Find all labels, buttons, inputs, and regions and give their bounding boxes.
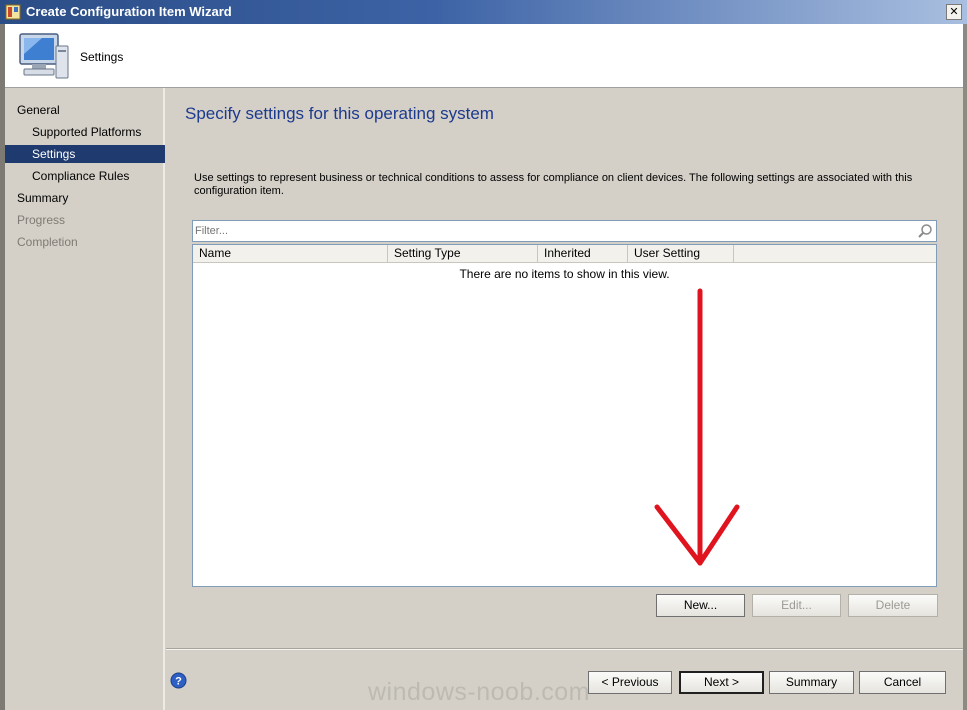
filter-input[interactable] [195,224,895,238]
edit-button: Edit... [752,594,841,617]
computer-icon [19,33,69,79]
content-heading: Specify settings for this operating syst… [185,104,494,123]
nav-item-completion: Completion [17,235,78,249]
footer-separator [166,648,963,650]
content-description: Use settings to represent business or te… [194,172,913,197]
previous-button[interactable]: < Previous [588,671,672,694]
help-icon[interactable]: ? [170,672,187,689]
settings-list[interactable]: Name Setting Type Inherited User Setting… [192,244,937,587]
wizard-header: Settings [5,24,963,88]
new-button[interactable]: New... [656,594,745,617]
delete-button: Delete [848,594,938,617]
window-title: Create Configuration Item Wizard [26,4,232,19]
nav-item-summary[interactable]: Summary [5,189,165,207]
column-header-name[interactable]: Name [193,245,388,262]
next-button[interactable]: Next > [679,671,764,694]
nav-item-compliance-rules[interactable]: Compliance Rules [5,167,165,185]
column-header-user-setting[interactable]: User Setting [628,245,734,262]
search-icon[interactable] [917,223,933,239]
page-title: Settings [80,50,124,64]
summary-button[interactable]: Summary [769,671,854,694]
window-right-edge [963,24,967,710]
list-header: Name Setting Type Inherited User Setting [193,245,936,263]
column-header-inherited[interactable]: Inherited [538,245,628,262]
svg-text:?: ? [175,676,182,688]
title-bar: Create Configuration Item Wizard ✕ [0,0,967,24]
nav-item-settings[interactable]: Settings [5,145,165,163]
watermark: windows-noob.com [368,678,590,706]
empty-list-message: There are no items to show in this view. [459,267,670,281]
filter-box[interactable] [192,220,937,242]
nav-item-supported-platforms[interactable]: Supported Platforms [5,123,165,141]
cancel-button[interactable]: Cancel [859,671,946,694]
red-arrow-annotation [654,288,740,566]
nav-item-progress: Progress [17,213,66,227]
wizard-nav: General Supported Platforms Settings Com… [5,88,165,710]
wizard-icon [5,4,21,20]
nav-item-general[interactable]: General [5,101,165,119]
column-header-setting-type[interactable]: Setting Type [388,245,538,262]
close-button[interactable]: ✕ [946,4,962,20]
